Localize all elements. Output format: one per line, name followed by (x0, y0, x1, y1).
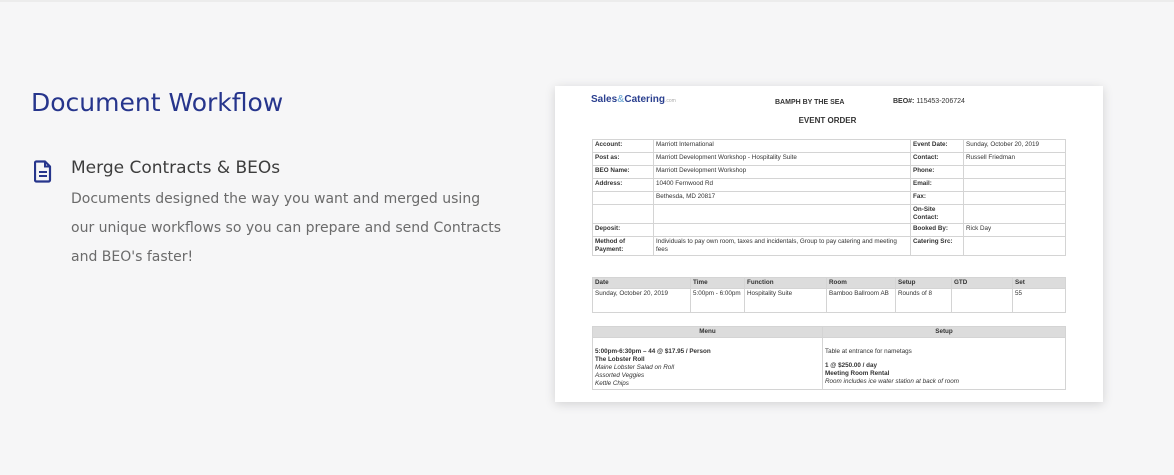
info-label: Address: (592, 178, 654, 192)
info-label: Method of Payment: (592, 236, 654, 256)
menu-name: The Lobster Roll (595, 356, 645, 363)
info-label: On-Site Contact: (910, 204, 964, 224)
info-value (963, 165, 1066, 179)
info-value (963, 191, 1066, 205)
info-row: Account: Marriott International Event Date… (592, 139, 1066, 153)
setup-header: Setup (822, 326, 1066, 338)
schedule-header: Set (1012, 277, 1066, 289)
schedule-cell: Rounds of 8 (895, 288, 952, 313)
info-label: Catering Src: (910, 236, 964, 256)
info-label: Booked By: (910, 223, 964, 237)
schedule-header: Date (592, 277, 691, 289)
info-value: 10400 Fernwood Rd (653, 178, 911, 192)
schedule-header: Time (690, 277, 745, 289)
event-info-table: Account: Marriott International Event Date… (592, 139, 1066, 256)
info-label: Email: (910, 178, 964, 192)
info-label: Phone: (910, 165, 964, 179)
setup-description: Room includes ice water station at back … (825, 378, 960, 385)
schedule-header: Function (744, 277, 827, 289)
info-value: Marriott International (653, 139, 911, 153)
info-value (653, 223, 911, 237)
beo-number: BEO#: 115453-206724 (893, 98, 965, 105)
info-value (963, 204, 1066, 224)
info-label: Event Date: (910, 139, 964, 153)
event-order-document-preview: Sales&Catering.com BAMPH BY THE SEA BEO#… (555, 86, 1103, 402)
setup-name: Meeting Room Rental (825, 370, 890, 377)
setup-note: Table at entrance for nametags (825, 348, 912, 355)
info-row: Address: 10400 Fernwood Rd Email: (592, 178, 1066, 192)
schedule-cell: 55 (1012, 288, 1066, 313)
schedule-header: GTD (951, 277, 1013, 289)
info-label (592, 191, 654, 205)
hotel-name: BAMPH BY THE SEA (775, 99, 845, 106)
info-value (653, 204, 911, 224)
info-row: BEO Name: Marriott Development Workshop Ph… (592, 165, 1066, 179)
menu-item: Kettle Chips (595, 380, 629, 387)
info-value (963, 236, 1066, 256)
setup-cell: Table at entrance for nametags 1 @ $250.… (822, 337, 1066, 390)
schedule-header: Room (826, 277, 896, 289)
info-value: Russell Friedman (963, 152, 1066, 166)
schedule-cell: 5:00pm - 6:00pm (690, 288, 745, 313)
setup-price: 1 @ $250.00 / day (825, 362, 878, 369)
schedule-cell: Bamboo Ballroom AB (826, 288, 896, 313)
menu-header: Menu (592, 326, 823, 338)
feature-title: Merge Contracts & BEOs (71, 158, 281, 178)
menu-setup-table: Menu Setup 5:00pm-6:30pm – 44 @ $17.95 / … (592, 326, 1066, 390)
file-text-icon (34, 160, 52, 183)
info-row: Method of Payment: Individuals to pay own… (592, 236, 1066, 256)
info-label: Post as: (592, 152, 654, 166)
info-value: Bethesda, MD 20817 (653, 191, 911, 205)
schedule-header: Setup (895, 277, 952, 289)
info-value (963, 178, 1066, 192)
info-row: Deposit: Booked By: Rick Day (592, 223, 1066, 237)
sales-catering-logo: Sales&Catering.com (591, 94, 676, 105)
schedule-table: Date Time Function Room Setup GTD Set Sunday, … (592, 277, 1066, 313)
info-value: Individuals to pay own room, taxes and i… (653, 236, 911, 256)
info-label (592, 204, 654, 224)
menu-time: 5:00pm-6:30pm – 44 @ $17.95 / Person (595, 348, 711, 355)
schedule-row: Sunday, October 20, 2019 5:00pm - 6:00pm H… (592, 288, 1066, 313)
menu-item: Maine Lobster Salad on Roll (595, 364, 675, 371)
info-row: On-Site Contact: (592, 204, 1066, 224)
info-value: Marriott Development Workshop - Hospital… (653, 152, 911, 166)
info-label: Deposit: (592, 223, 654, 237)
info-value: Marriott Development Workshop (653, 165, 911, 179)
schedule-cell: Hospitality Suite (744, 288, 827, 313)
section-title: Document Workflow (31, 88, 284, 117)
info-value: Sunday, October 20, 2019 (963, 139, 1066, 153)
info-label: Account: (592, 139, 654, 153)
document-title: EVENT ORDER (798, 116, 857, 125)
info-value: Rick Day (963, 223, 1066, 237)
menu-item: Assorted Veggies (595, 372, 645, 379)
schedule-cell: Sunday, October 20, 2019 (592, 288, 691, 313)
schedule-cell (951, 288, 1013, 313)
feature-description: Documents designed the way you want and … (71, 191, 501, 265)
info-label: Contact: (910, 152, 964, 166)
menu-cell: 5:00pm-6:30pm – 44 @ $17.95 / Person The… (592, 337, 823, 390)
info-row: Post as: Marriott Development Workshop - … (592, 152, 1066, 166)
info-row: Bethesda, MD 20817 Fax: (592, 191, 1066, 205)
info-label: BEO Name: (592, 165, 654, 179)
info-label: Fax: (910, 191, 964, 205)
